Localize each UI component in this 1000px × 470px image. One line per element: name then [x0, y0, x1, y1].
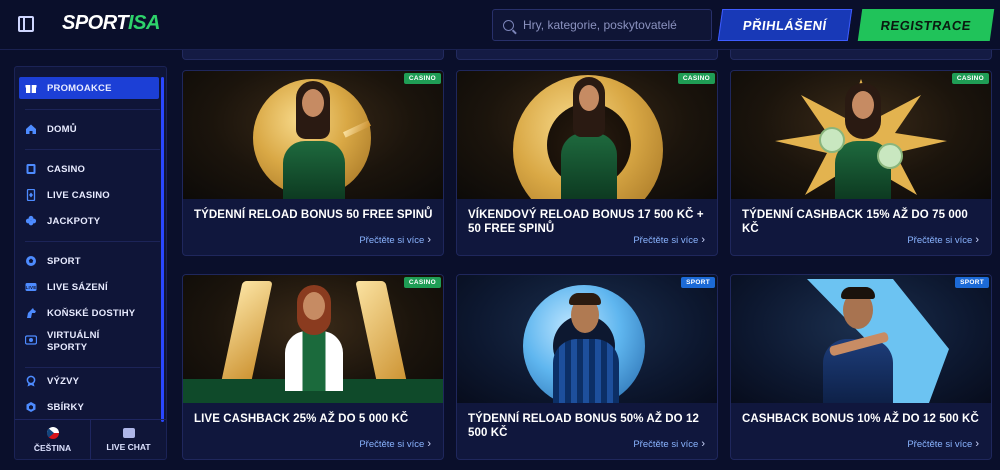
sidebar-item-label: SBÍRKY	[47, 401, 85, 413]
sidebar-item-label: KOŇSKÉ DOSTIHY	[47, 307, 136, 319]
register-button[interactable]: REGISTRACE	[857, 9, 995, 41]
woman-figure	[561, 133, 617, 199]
sidebar: PROMOAKCE DOMŮ CASINO LIVE CASINO JACKPO…	[14, 66, 167, 460]
horse-icon	[25, 307, 37, 319]
casino-chip-icon	[25, 163, 37, 175]
promo-card[interactable]: CASINO TÝDENNÍ RELOAD BONUS 50 FREE SPIN…	[182, 70, 444, 256]
sidebar-item-label: LIVE CASINO	[47, 189, 110, 201]
read-more-link[interactable]: Přečtěte si více	[633, 438, 705, 450]
category-badge: CASINO	[677, 73, 715, 84]
promo-title: CASHBACK BONUS 10% AŽ DO 12 500 KČ	[742, 413, 979, 425]
clover-icon	[25, 215, 37, 227]
sidebar-item-live-casino[interactable]: LIVE CASINO	[19, 184, 159, 206]
card-edge	[182, 50, 444, 60]
divider	[25, 149, 160, 150]
sidebar-item-sbirky[interactable]: SBÍRKY	[19, 396, 159, 418]
sidebar-item-label: LIVE SÁZENÍ	[47, 281, 108, 293]
chat-icon	[122, 427, 135, 438]
language-selector[interactable]: ČEŠTINA	[15, 420, 90, 459]
read-more-link[interactable]: Přečtěte si více	[907, 234, 979, 246]
sidebar-item-casino[interactable]: CASINO	[19, 158, 159, 180]
read-more-link[interactable]: Přečtěte si více	[359, 234, 431, 246]
category-badge: CASINO	[403, 277, 441, 288]
sidebar-item-label: JACKPOTY	[47, 215, 101, 227]
category-badge: SPORT	[681, 277, 715, 288]
sidebar-scrollbar[interactable]	[161, 77, 164, 422]
sidebar-item-vyzvy[interactable]: VÝZVY	[19, 370, 159, 392]
sidebar-item-sport[interactable]: SPORT	[19, 250, 159, 272]
sidebar-toggle-icon[interactable]	[18, 16, 34, 32]
gift-icon	[25, 82, 37, 94]
live-icon: LIVE	[25, 281, 37, 293]
category-badge: SPORT	[955, 277, 989, 288]
promo-card-image	[731, 71, 991, 199]
promo-card[interactable]: CASINO VÍKENDOVÝ RELOAD BONUS 17 500 KČ …	[456, 70, 718, 256]
promo-card-image	[457, 275, 717, 403]
search-icon	[503, 19, 514, 31]
divider	[25, 241, 160, 242]
read-more-link[interactable]: Přečtěte si více	[359, 438, 431, 450]
home-icon	[25, 123, 37, 135]
ball-icon	[25, 255, 37, 267]
collection-icon	[25, 401, 37, 413]
sidebar-item-label: DOMŮ	[47, 123, 77, 135]
medal-icon	[25, 375, 37, 387]
sidebar-item-jackpoty[interactable]: JACKPOTY	[19, 210, 159, 232]
live-chat-label: LIVE CHAT	[106, 441, 151, 452]
banknotes-graphic	[819, 127, 845, 153]
promo-card[interactable]: SPORT TÝDENNÍ RELOAD BONUS 50% AŽ DO 12 …	[456, 274, 718, 460]
logo[interactable]: SPORTISA	[62, 12, 160, 38]
card-edge	[456, 50, 718, 60]
search-box[interactable]	[492, 9, 712, 41]
category-badge: CASINO	[951, 73, 989, 84]
sidebar-item-promoakce[interactable]: PROMOAKCE	[19, 77, 159, 99]
sidebar-item-label: PROMOAKCE	[47, 82, 112, 94]
promo-card[interactable]: SPORT CASHBACK BONUS 10% AŽ DO 12 500 KČ…	[730, 274, 992, 460]
footballer-figure	[553, 339, 619, 403]
promo-card-image	[183, 275, 443, 403]
divider	[25, 367, 160, 368]
promo-card-image	[183, 71, 443, 199]
top-bar: SPORTISA PŘIHLÁŠENÍ REGISTRACE	[0, 0, 1000, 50]
live-casino-icon	[25, 189, 37, 201]
promo-card-image	[457, 71, 717, 199]
category-badge: CASINO	[403, 73, 441, 84]
promo-title: TÝDENNÍ RELOAD BONUS 50 FREE SPINŮ	[194, 209, 433, 221]
login-button[interactable]: PŘIHLÁŠENÍ	[717, 9, 853, 41]
search-input[interactable]	[523, 18, 703, 32]
sidebar-item-live-sazeni[interactable]: LIVE LIVE SÁZENÍ	[19, 276, 159, 298]
promo-title: TÝDENNÍ RELOAD BONUS 50% AŽ DO 12 500 KČ	[468, 413, 699, 439]
sidebar-item-label: CASINO	[47, 163, 86, 175]
divider	[25, 109, 160, 110]
card-edge	[730, 50, 992, 60]
sidebar-item-label: VIRTUÁLNÍ SPORTY	[47, 330, 100, 353]
sidebar-item-konske-dostihy[interactable]: KOŇSKÉ DOSTIHY	[19, 302, 159, 324]
sidebar-footer: ČEŠTINA LIVE CHAT	[15, 419, 166, 459]
promo-title: VÍKENDOVÝ RELOAD BONUS 17 500 KČ + 50 FR…	[468, 209, 704, 235]
sidebar-item-domu[interactable]: DOMŮ	[19, 118, 159, 140]
read-more-link[interactable]: Přečtěte si více	[907, 438, 979, 450]
read-more-link[interactable]: Přečtěte si více	[633, 234, 705, 246]
svg-text:LIVE: LIVE	[26, 285, 37, 290]
promo-card-image	[731, 275, 991, 403]
czech-flag-icon	[46, 426, 59, 439]
woman-figure	[283, 141, 345, 199]
sidebar-item-label: VÝZVY	[47, 375, 80, 387]
promo-title: LIVE CASHBACK 25% AŽ DO 5 000 KČ	[194, 413, 409, 425]
promo-title: TÝDENNÍ CASHBACK 15% AŽ DO 75 000 KČ	[742, 209, 968, 235]
promo-card[interactable]: CASINO LIVE CASHBACK 25% AŽ DO 5 000 KČ …	[182, 274, 444, 460]
promo-card[interactable]: CASINO TÝDENNÍ CASHBACK 15% AŽ DO 75 000…	[730, 70, 992, 256]
gold-bolt-graphic	[219, 281, 273, 391]
language-label: ČEŠTINA	[33, 442, 72, 453]
sidebar-item-label: SPORT	[47, 255, 81, 267]
virtual-icon	[25, 334, 37, 346]
sidebar-item-virtualni-sporty[interactable]: VIRTUÁLNÍ SPORTY	[19, 328, 159, 358]
dealer-figure	[285, 331, 343, 391]
live-chat-button[interactable]: LIVE CHAT	[90, 420, 166, 459]
